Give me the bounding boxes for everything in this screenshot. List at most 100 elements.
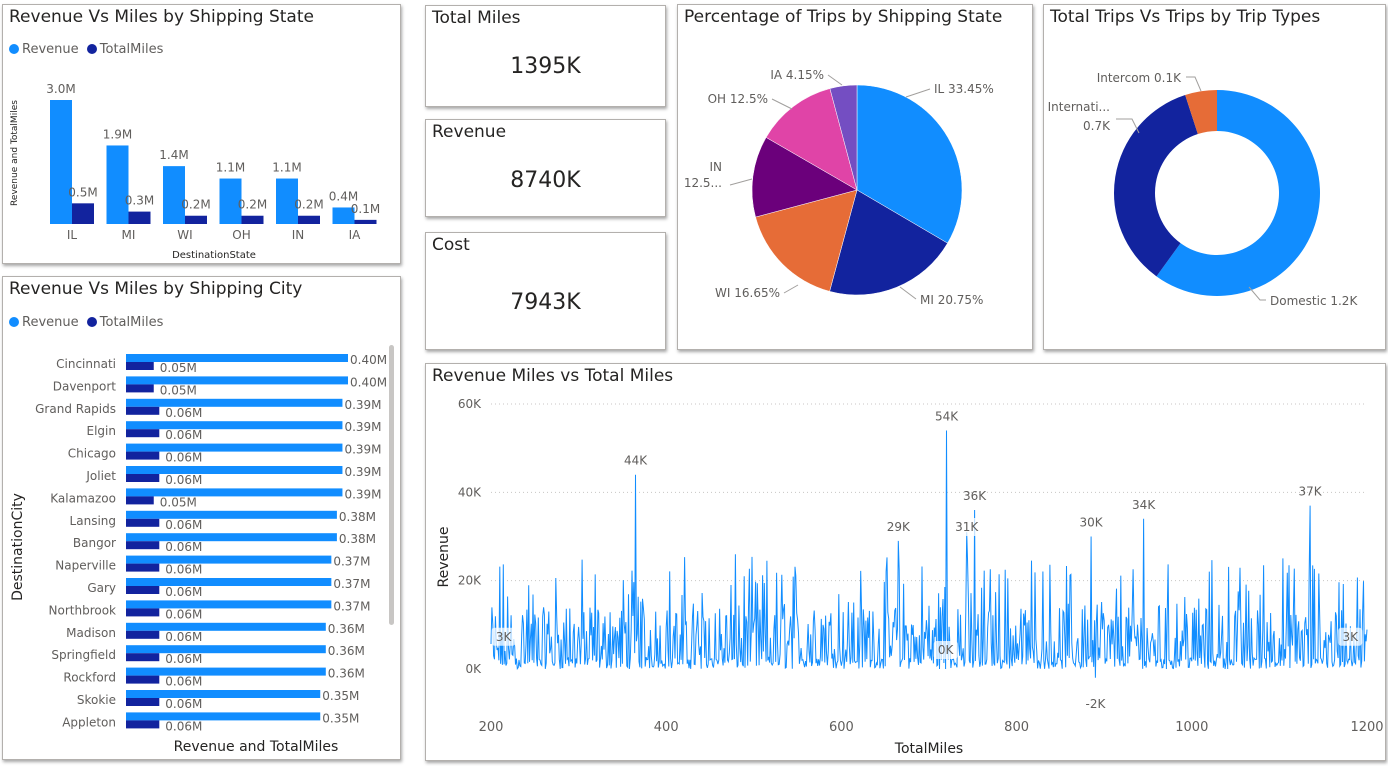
x-axis-title: Revenue and TotalMiles	[174, 739, 339, 755]
bar-revenue[interactable]	[126, 667, 326, 676]
bar-totalmiles[interactable]	[126, 474, 160, 482]
bar-data-label: 0.05M	[160, 495, 197, 509]
x-tick-label: WI	[177, 228, 192, 242]
bar-data-label: 0.36M	[328, 667, 365, 681]
bar-totalmiles[interactable]	[126, 496, 154, 505]
bar-totalmiles[interactable]	[126, 451, 160, 460]
bar-data-label: 0.06M	[165, 697, 202, 711]
line-data-label: 31K	[955, 520, 979, 534]
bar-revenue[interactable]	[126, 690, 321, 698]
bar-revenue[interactable]	[126, 443, 343, 452]
bar-totalmiles[interactable]	[126, 698, 160, 706]
bar-revenue[interactable]	[126, 421, 343, 430]
bar-data-label: 1.9M	[103, 127, 132, 141]
revenue-line-chart[interactable]: 0K 20K 40K 60K 200 400 600 800 1000 1200 TotalMile…	[426, 364, 1386, 761]
bar-totalmiles[interactable]	[126, 563, 160, 572]
kpi-cost-card[interactable]: Cost 7943K	[425, 232, 666, 350]
kpi-total-miles-card[interactable]: Total Miles 1395K	[425, 5, 666, 107]
bar-data-label: 1.1M	[216, 161, 245, 175]
bar-totalmiles[interactable]	[126, 720, 160, 729]
bar-revenue[interactable]	[50, 100, 72, 224]
bar-data-label: 0.06M	[165, 406, 202, 420]
x-axis-title: TotalMiles	[894, 741, 963, 757]
x-axis-title: DestinationState	[172, 250, 256, 261]
bar-revenue[interactable]	[106, 145, 129, 224]
state-pie-chart[interactable]: IL 33.45% MI 20.75% WI 16.65% IN 12.5... OH 1…	[678, 5, 1033, 350]
bar-totalmiles[interactable]	[126, 406, 160, 415]
bar-revenue[interactable]	[126, 533, 337, 542]
bar-totalmiles[interactable]	[126, 608, 160, 617]
y-tick-label: Elgin	[87, 424, 116, 438]
revenue-line	[490, 430, 1368, 678]
y-tick-label: Naperville	[55, 559, 116, 573]
y-tick-label: Lansing	[70, 514, 116, 528]
bar-totalmiles[interactable]	[126, 653, 160, 662]
bar-revenue[interactable]	[126, 555, 332, 564]
bar-totalmiles[interactable]	[126, 518, 160, 527]
bar-revenue[interactable]	[126, 645, 326, 654]
bar-totalmiles[interactable]	[185, 215, 207, 224]
bar-revenue[interactable]	[126, 600, 332, 609]
bar-data-label: 0.06M	[165, 675, 202, 689]
bar-data-label: 0.06M	[165, 473, 202, 487]
donut-data-label: 0.7K	[1083, 119, 1111, 133]
bar-revenue[interactable]	[126, 578, 332, 586]
pie-chart-card[interactable]: Percentage of Trips by Shipping State IL…	[677, 4, 1033, 350]
bar-data-label: 0.06M	[165, 652, 202, 666]
bar-data-label: 0.2M	[181, 198, 210, 212]
bar-data-label: 1.1M	[272, 161, 301, 175]
donut-chart-card[interactable]: Total Trips Vs Trips by Trip Types Domes…	[1043, 4, 1386, 350]
bar-data-label: 3.0M	[46, 82, 75, 96]
bar-totalmiles[interactable]	[298, 215, 320, 224]
y-axis-title: Revenue and TotalMiles	[10, 100, 20, 206]
bar-totalmiles[interactable]	[126, 362, 154, 370]
y-tick-label: Appleton	[62, 715, 116, 729]
bar-totalmiles[interactable]	[128, 211, 151, 224]
bar-totalmiles[interactable]	[126, 429, 160, 438]
y-tick-label: Skokie	[77, 693, 116, 707]
bar-revenue[interactable]	[163, 166, 185, 224]
line-data-label: 44K	[624, 454, 648, 468]
bar-data-label: 0.06M	[165, 563, 202, 577]
bar-totalmiles[interactable]	[126, 630, 160, 639]
city-bar-chart[interactable]: 0.40M 0.05M Cincinnati 0.40M 0.05M Davenport 0…	[3, 277, 401, 760]
pie-data-label: MI 20.75%	[920, 293, 983, 307]
y-tick-label: Rockford	[63, 671, 116, 685]
x-tick-label: 1200	[1350, 720, 1383, 735]
state-chart-card[interactable]: Revenue Vs Miles by Shipping State Reven…	[2, 4, 401, 264]
y-tick-label: Madison	[66, 626, 116, 640]
bar-totalmiles[interactable]	[241, 215, 264, 224]
trip-type-donut-chart[interactable]: Domestic 1.2K Internati... 0.7K Intercom 0.…	[1044, 5, 1386, 350]
bar-revenue[interactable]	[126, 398, 343, 407]
y-tick-label: Northbrook	[49, 603, 117, 617]
bar-data-label: 0.37M	[333, 577, 370, 591]
kpi-revenue-card[interactable]: Revenue 8740K	[425, 119, 666, 217]
bar-revenue[interactable]	[126, 488, 343, 497]
pie-data-label: IA 4.15%	[770, 68, 824, 82]
bar-data-label: 0.38M	[339, 532, 376, 546]
city-chart-scrollbar[interactable]	[389, 345, 394, 625]
bar-data-label: 0.40M	[350, 353, 387, 367]
kpi-label: Cost	[432, 235, 470, 255]
bar-data-label: 0.39M	[344, 443, 381, 457]
bar-totalmiles[interactable]	[354, 219, 377, 224]
bar-totalmiles[interactable]	[72, 203, 94, 224]
bar-totalmiles[interactable]	[126, 541, 160, 550]
bar-totalmiles[interactable]	[126, 675, 160, 684]
bar-data-label: 0.36M	[328, 644, 365, 658]
bar-revenue[interactable]	[126, 510, 337, 519]
bar-totalmiles[interactable]	[126, 384, 154, 393]
bar-data-label: 0.06M	[165, 540, 202, 554]
bar-totalmiles[interactable]	[126, 586, 160, 594]
bar-revenue[interactable]	[126, 466, 343, 474]
state-bar-chart[interactable]: 3.0M 0.5M IL 1.9M 0.3M MI 1.4M 0.2M WI 1.1M 0.2M OH…	[3, 5, 401, 264]
line-chart-card[interactable]: Revenue Miles vs Total Miles 0K 20K 40K 60K…	[425, 363, 1386, 761]
y-tick-label: 40K	[458, 485, 482, 499]
bar-data-label: 0.40M	[350, 375, 387, 389]
city-chart-card[interactable]: Revenue Vs Miles by Shipping City Revenu…	[2, 276, 401, 760]
bar-data-label: 0.39M	[344, 398, 381, 412]
bar-revenue[interactable]	[126, 622, 326, 631]
x-tick-label: 800	[1004, 720, 1029, 735]
bar-data-label: 1.4M	[159, 148, 188, 162]
bar-revenue[interactable]	[126, 712, 321, 721]
